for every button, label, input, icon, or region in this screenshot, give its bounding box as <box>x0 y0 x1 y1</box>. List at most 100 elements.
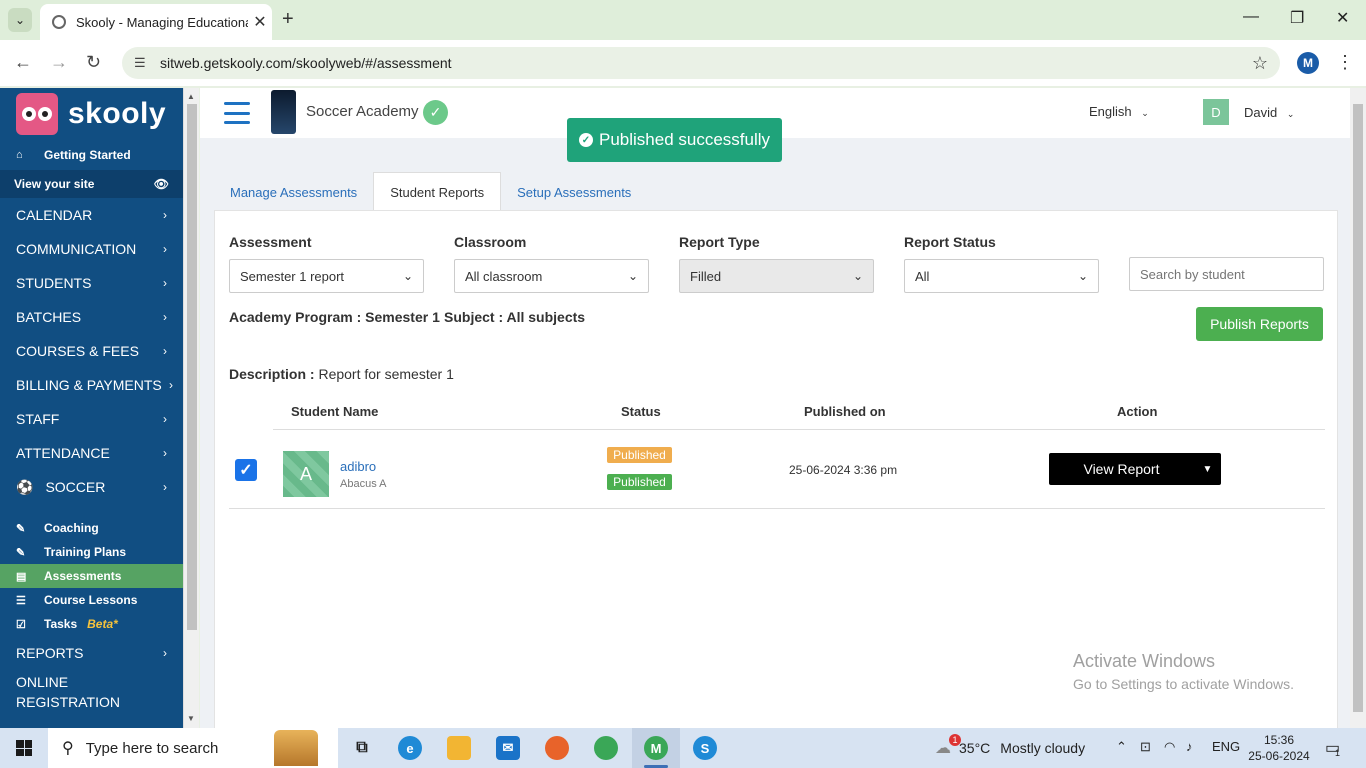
sidebar-item-reports[interactable]: REPORTS › <box>0 636 183 670</box>
sidebar-item-label: Training Plans <box>44 545 127 559</box>
sidebar-scrollbar[interactable]: ▲ ▼ <box>183 88 199 728</box>
language-indicator[interactable]: ENG <box>1212 739 1240 754</box>
view-report-label: View Report <box>1083 461 1160 477</box>
url-field[interactable]: ☰ sitweb.getskooly.com/skoolyweb/#/asses… <box>122 47 1280 79</box>
language-selector[interactable]: English ⌄ <box>1089 104 1149 119</box>
eye-icon: 👁 <box>153 177 169 191</box>
chevron-up-icon[interactable]: ⌃ <box>1116 739 1127 755</box>
sidebar-item-label: SOCCER <box>45 479 106 495</box>
report-type-select[interactable]: Filled ⌄ <box>679 259 874 293</box>
sidebar-item-students[interactable]: STUDENTS › <box>0 266 183 300</box>
sidebar-item-attendance[interactable]: ATTENDANCE › <box>0 436 183 470</box>
sidebar-item-label: CALENDAR <box>16 207 93 223</box>
tab-search-icon[interactable]: ⌄ <box>8 8 32 32</box>
windows-taskbar: ⚲ Type here to search ⧉ e ✉ M S ☁ 1 35°C… <box>0 728 1366 768</box>
user-menu[interactable]: David ⌄ <box>1244 105 1294 120</box>
scroll-down-icon[interactable]: ▼ <box>187 714 195 723</box>
chrome-profile-icon[interactable]: M <box>644 736 668 760</box>
chevron-right-icon: › <box>163 344 167 358</box>
sidebar-item-coaching[interactable]: ✎ Coaching <box>0 516 183 540</box>
sidebar-item-online-registration[interactable]: ONLINE REGISTRATION <box>0 670 140 714</box>
chevron-right-icon: › <box>163 242 167 256</box>
task-view-icon[interactable]: ⧉ <box>350 736 374 760</box>
select-value: All classroom <box>465 268 543 284</box>
sidebar-item-communication[interactable]: COMMUNICATION › <box>0 232 183 266</box>
restore-icon[interactable]: ❐ <box>1290 8 1304 28</box>
meet-icon[interactable]: ⊡ <box>1140 739 1151 755</box>
tab-manage-assessments[interactable]: Manage Assessments <box>214 172 373 212</box>
browser-tab-bar: ⌄ Skooly - Managing Educational ✕ + — ❐ … <box>0 0 1366 40</box>
assessment-label: Assessment <box>229 234 312 250</box>
skype-icon[interactable]: S <box>693 736 717 760</box>
clock[interactable]: 15:36 25-06-2024 <box>1248 732 1310 764</box>
browser-menu-icon[interactable]: ⋮ <box>1336 52 1354 73</box>
tab-student-reports[interactable]: Student Reports <box>373 172 502 212</box>
chevron-down-icon: ⌄ <box>1077 269 1088 283</box>
site-info-icon[interactable]: ☰ <box>134 55 150 71</box>
volume-icon[interactable]: ♪ <box>1186 739 1193 754</box>
hamburger-menu-icon[interactable] <box>224 102 250 124</box>
sidebar-item-assessments[interactable]: ▤ Assessments <box>0 564 183 588</box>
windows-start-icon[interactable] <box>16 740 32 756</box>
sidebar-item-label: STUDENTS <box>16 275 92 291</box>
tab-setup-assessments[interactable]: Setup Assessments <box>501 172 647 212</box>
edge-icon[interactable]: e <box>398 736 422 760</box>
file-explorer-icon[interactable] <box>447 736 471 760</box>
view-site-link[interactable]: View your site 👁 <box>0 170 183 198</box>
sidebar-item-course-lessons[interactable]: ☰ Course Lessons <box>0 588 183 612</box>
status-badge: Published <box>607 447 672 463</box>
sidebar: skooly ⌂ Getting Started View your site … <box>0 88 183 728</box>
scrollbar-thumb[interactable] <box>187 104 197 630</box>
scrollbar-thumb[interactable] <box>1353 104 1363 712</box>
network-icon[interactable]: ◠ <box>1164 739 1175 755</box>
profile-avatar[interactable]: M <box>1297 52 1319 74</box>
forward-icon[interactable]: → <box>50 52 68 73</box>
row-checkbox[interactable]: ✓ <box>235 459 257 481</box>
status-badge: Published <box>607 474 672 490</box>
publish-reports-button[interactable]: Publish Reports <box>1196 307 1323 341</box>
user-avatar[interactable]: D <box>1203 99 1229 125</box>
scroll-up-icon[interactable]: ▲ <box>187 92 195 101</box>
student-name-link[interactable]: adibro <box>340 459 376 474</box>
reload-icon[interactable]: ↻ <box>86 52 101 73</box>
back-icon[interactable]: ← <box>14 52 32 73</box>
classroom-label: Classroom <box>454 234 527 250</box>
report-status-select[interactable]: All ⌄ <box>904 259 1099 293</box>
sidebar-item-soccer[interactable]: ⚽ SOCCER › <box>0 470 183 504</box>
sidebar-item-batches[interactable]: BATCHES › <box>0 300 183 334</box>
tab-close-icon[interactable]: ✕ <box>248 12 272 32</box>
search-student-input[interactable] <box>1129 257 1324 291</box>
new-tab-icon[interactable]: + <box>282 8 294 31</box>
bookmark-star-icon[interactable]: ☆ <box>1252 53 1268 74</box>
weather-desc: Mostly cloudy <box>1000 740 1086 756</box>
subject: Subject : All subjects <box>444 309 586 325</box>
sidebar-item-calendar[interactable]: CALENDAR › <box>0 198 183 232</box>
sidebar-item-label: Coaching <box>44 521 99 535</box>
sidebar-item-getting-started[interactable]: ⌂ Getting Started <box>0 140 183 170</box>
mail-icon[interactable]: ✉ <box>496 736 520 760</box>
sidebar-item-training-plans[interactable]: ✎ Training Plans <box>0 540 183 564</box>
chevron-down-icon[interactable]: ▼ <box>1194 464 1221 475</box>
beta-badge: Beta* <box>87 617 118 631</box>
logo[interactable]: skooly <box>0 88 183 140</box>
browser-tab[interactable]: Skooly - Managing Educational ✕ <box>40 4 272 40</box>
main-scrollbar[interactable] <box>1350 88 1366 728</box>
weather-widget[interactable]: ☁ 1 35°C Mostly cloudy <box>935 734 1086 758</box>
firefox-icon[interactable] <box>545 736 569 760</box>
sidebar-item-courses-fees[interactable]: COURSES & FEES › <box>0 334 183 368</box>
student-avatar: A <box>283 451 329 497</box>
sidebar-item-staff[interactable]: STAFF › <box>0 402 183 436</box>
divider <box>229 508 1325 509</box>
taskbar-search[interactable]: ⚲ Type here to search <box>48 728 338 768</box>
view-report-button[interactable]: View Report ▼ <box>1049 453 1221 485</box>
sidebar-item-tasks[interactable]: ☑ Tasks Beta* <box>0 612 183 636</box>
close-window-icon[interactable]: ✕ <box>1336 8 1349 28</box>
report-type-label: Report Type <box>679 234 760 250</box>
sidebar-item-label: BATCHES <box>16 309 82 325</box>
classroom-select[interactable]: All classroom ⌄ <box>454 259 649 293</box>
notification-count: 1 <box>1335 748 1341 758</box>
assessment-select[interactable]: Semester 1 report ⌄ <box>229 259 424 293</box>
minimize-icon[interactable]: — <box>1243 8 1259 26</box>
sidebar-item-billing[interactable]: BILLING & PAYMENTS › <box>0 368 183 402</box>
chrome-icon[interactable] <box>594 736 618 760</box>
